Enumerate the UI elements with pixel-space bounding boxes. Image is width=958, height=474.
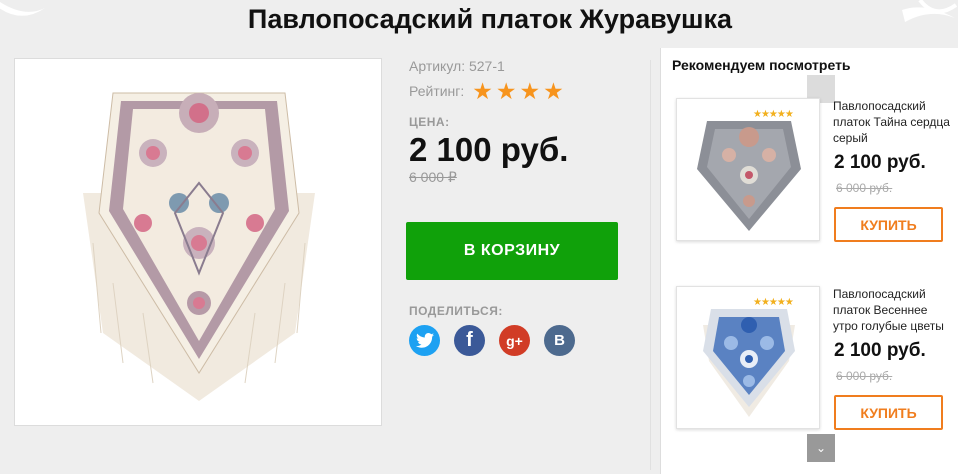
facebook-icon[interactable]: f [454, 325, 485, 356]
column-divider [650, 60, 651, 470]
rating-label: Рейтинг: [409, 83, 465, 99]
share-label: ПОДЕЛИТЬСЯ: [409, 304, 503, 318]
product-sku: Артикул: 527-1 [409, 58, 505, 74]
recommended-item-name[interactable]: Павлопосадский платок Весеннее утро голу… [833, 286, 953, 334]
current-price: 2 100 руб. [409, 131, 569, 168]
old-price: 6 000 ₽ [409, 169, 457, 185]
recommended-panel: Рекомендуем посмотреть ★★★★★ Павлопосадс… [660, 48, 958, 474]
star-icon: ★ [543, 78, 564, 104]
recommended-item-price: 2 100 руб. [834, 152, 926, 173]
recommended-item-name[interactable]: Павлопосадский платок Тайна сердца серый [833, 98, 953, 146]
google-plus-icon[interactable]: g+ [499, 325, 530, 356]
buy-button[interactable]: КУПИТЬ [834, 207, 943, 242]
product-rating: Рейтинг: ★ ★ ★ ★ [409, 78, 568, 104]
buy-button[interactable]: КУПИТЬ [834, 395, 943, 430]
recommended-item: ★★★★★ Павлопосадский платок Весеннее утр… [676, 286, 956, 431]
product-photo[interactable] [14, 58, 382, 426]
recommended-item-thumbnail[interactable]: ★★★★★ [676, 286, 820, 429]
page-title: Павлопосадский платок Журавушка [247, 4, 733, 34]
shawl-thumbnail-image [697, 121, 801, 231]
item-rating-stars: ★★★★★ [753, 109, 794, 120]
scroll-down-button[interactable]: ⌄ [807, 434, 835, 462]
recommended-item-price: 2 100 руб. [834, 340, 926, 361]
recommended-title: Рекомендуем посмотреть [672, 57, 851, 73]
star-icon: ★ [495, 78, 517, 104]
add-to-cart-button[interactable]: В КОРЗИНУ [406, 222, 618, 280]
item-rating-stars: ★★★★★ [753, 297, 794, 308]
star-icon: ★ [472, 78, 493, 104]
recommended-item-old-price: 6 000 руб. [836, 369, 893, 383]
shawl-thumbnail-image [703, 309, 795, 417]
star-icon: ★ [519, 78, 541, 104]
price-label: ЦЕНА: [409, 115, 450, 129]
recommended-item-old-price: 6 000 руб. [836, 181, 893, 195]
chevron-down-icon: ⌄ [815, 441, 827, 455]
rating-stars: ★ ★ ★ ★ [472, 78, 564, 104]
twitter-icon[interactable] [409, 325, 440, 356]
shawl-image [83, 92, 315, 401]
vk-icon[interactable]: B [544, 325, 575, 356]
share-buttons: f g+ B [409, 325, 575, 356]
recommended-item-thumbnail[interactable]: ★★★★★ [676, 98, 820, 241]
product-info: Артикул: 527-1 Рейтинг: ★ ★ ★ ★ ЦЕНА: 2 … [406, 58, 618, 356]
recommended-item: ★★★★★ Павлопосадский платок Тайна сердца… [676, 98, 956, 243]
